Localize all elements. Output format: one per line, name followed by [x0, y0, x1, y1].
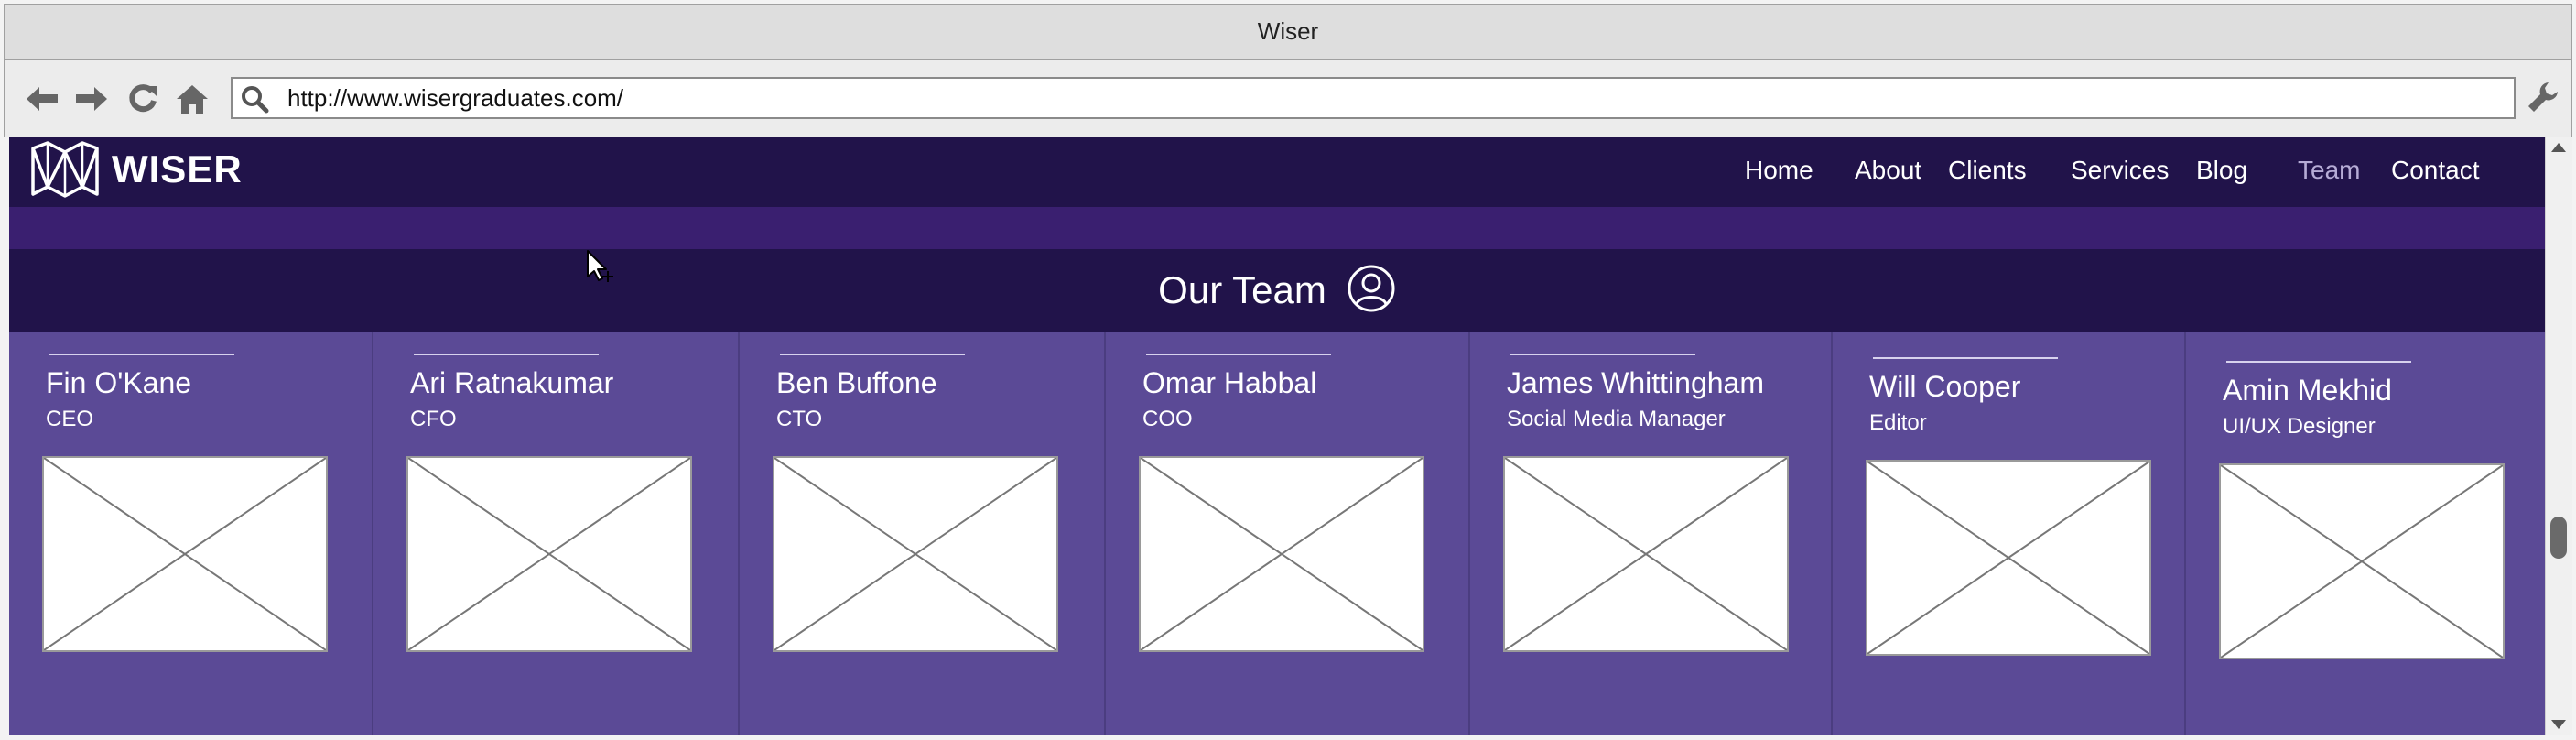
forward-arrow-icon[interactable]	[71, 79, 112, 119]
photo-placeholder	[1503, 456, 1789, 652]
logo-text: WISER	[112, 147, 243, 190]
vertical-scrollbar[interactable]	[2545, 137, 2572, 735]
browser-window: Wiser http://www.wisergraduates.com/ WIS…	[0, 0, 2576, 740]
photo-placeholder	[1139, 456, 1424, 652]
site-header: WISER Home About Clients Services Blog T…	[9, 137, 2545, 207]
wrench-icon[interactable]	[2525, 79, 2565, 119]
team-member-card: Ari Ratnakumar CFO	[373, 332, 740, 735]
member-role: UI/UX Designer	[2223, 414, 2376, 439]
team-member-card: Will Cooper Editor	[1833, 332, 2186, 735]
divider	[2226, 361, 2411, 363]
divider	[1510, 354, 1695, 355]
nav-home[interactable]: Home	[1745, 156, 1813, 185]
nav-services[interactable]: Services	[2071, 156, 2169, 185]
team-member-card: James Whittingham Social Media Manager	[1470, 332, 1833, 735]
member-name: Fin O'Kane	[46, 366, 192, 399]
team-grid: Fin O'Kane CEO Ari Ratnakumar CFO Ben Bu…	[9, 332, 2545, 735]
scroll-down-arrow-icon[interactable]	[2551, 720, 2566, 729]
nav-blog[interactable]: Blog	[2196, 156, 2247, 185]
window-title: Wiser	[1257, 17, 1319, 45]
member-role: CEO	[46, 407, 94, 431]
member-name: Amin Mekhid	[2223, 374, 2392, 407]
team-member-card: Amin Mekhid UI/UX Designer	[2186, 332, 2545, 735]
photo-placeholder	[42, 456, 328, 652]
team-section-header: Our Team	[9, 249, 2545, 332]
address-bar[interactable]: http://www.wisergraduates.com/	[231, 77, 2516, 119]
user-circle-icon	[1347, 264, 1396, 318]
nav-contact[interactable]: Contact	[2391, 156, 2480, 185]
site-logo[interactable]: WISER	[29, 141, 243, 198]
divider	[414, 354, 599, 355]
member-role: Social Media Manager	[1507, 407, 1726, 431]
divider	[49, 354, 234, 355]
team-member-card: Ben Buffone CTO	[740, 332, 1106, 735]
divider	[780, 354, 965, 355]
photo-placeholder	[773, 456, 1058, 652]
scroll-thumb[interactable]	[2550, 517, 2567, 559]
member-role: CFO	[410, 407, 457, 431]
divider	[1873, 357, 2058, 359]
photo-placeholder	[2219, 463, 2505, 659]
browser-toolbar: http://www.wisergraduates.com/	[4, 60, 2572, 137]
member-name: Ari Ratnakumar	[410, 366, 614, 399]
photo-placeholder	[1866, 460, 2151, 656]
member-role: CTO	[776, 407, 823, 431]
member-role: COO	[1142, 407, 1193, 431]
back-arrow-icon[interactable]	[22, 79, 62, 119]
reload-icon[interactable]	[123, 79, 163, 119]
member-name: Omar Habbal	[1142, 366, 1317, 399]
photo-placeholder	[406, 456, 692, 652]
section-title: Our Team	[1158, 268, 1326, 311]
header-band	[9, 207, 2545, 249]
team-member-card: Fin O'Kane CEO	[9, 332, 373, 735]
scroll-up-arrow-icon[interactable]	[2551, 143, 2566, 152]
member-name: Ben Buffone	[776, 366, 937, 399]
home-icon[interactable]	[172, 79, 212, 119]
wiser-logo-icon	[31, 141, 99, 198]
team-member-card: Omar Habbal COO	[1106, 332, 1470, 735]
member-name: James Whittingham	[1507, 366, 1764, 399]
window-title-bar: Wiser	[4, 4, 2572, 60]
member-name: Will Cooper	[1869, 370, 2021, 403]
member-role: Editor	[1869, 410, 1927, 435]
search-icon	[240, 84, 269, 114]
page-viewport: WISER Home About Clients Services Blog T…	[9, 137, 2545, 735]
nav-about[interactable]: About	[1855, 156, 1921, 185]
divider	[1146, 354, 1331, 355]
url-text: http://www.wisergraduates.com/	[287, 84, 624, 112]
nav-team[interactable]: Team	[2298, 156, 2360, 185]
nav-clients[interactable]: Clients	[1948, 156, 2027, 185]
